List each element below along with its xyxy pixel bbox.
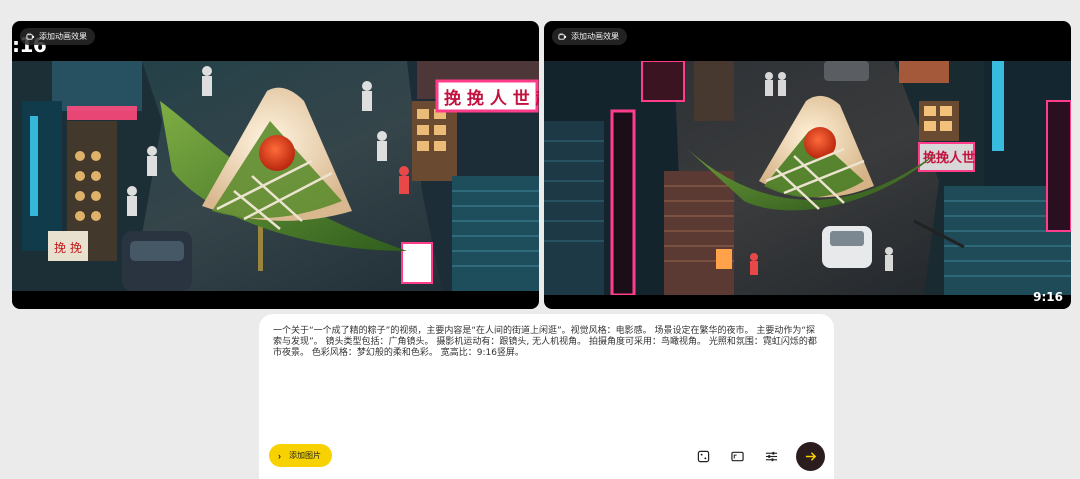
arrow-right-icon	[805, 452, 817, 461]
video-frame-1: 挽 挽 挽 挽 人 世 趣	[12, 61, 539, 291]
aspect-ratio-icon	[730, 451, 744, 461]
shop-sign-small: 挽 挽	[54, 241, 82, 255]
prompt-panel: 一个关于“一个成了精的粽子”的视频，主要内容是“在人间的街道上闲逛”。视觉风格：…	[259, 314, 834, 479]
animation-icon	[26, 32, 35, 40]
animation-icon	[558, 32, 567, 40]
aspect-ratio-button[interactable]	[729, 448, 745, 464]
add-image-label: 添加图片	[289, 451, 321, 460]
add-animation-label: 添加动画效果	[39, 32, 87, 41]
send-button[interactable]	[796, 442, 825, 471]
add-image-button[interactable]: › 添加图片	[269, 444, 332, 467]
dice-icon	[697, 450, 709, 462]
video-card-2[interactable]: 添加动画效果 挽挽人世 9:16	[544, 21, 1071, 309]
settings-button[interactable]	[763, 448, 779, 464]
video-duration: 9:16	[1033, 290, 1063, 304]
add-animation-badge[interactable]: 添加动画效果	[20, 28, 95, 45]
prompt-textarea[interactable]: 一个关于“一个成了精的粽子”的视频，主要内容是“在人间的街道上闲逛”。视觉风格：…	[273, 326, 821, 359]
add-animation-badge[interactable]: 添加动画效果	[552, 28, 627, 45]
dice-button[interactable]	[695, 448, 711, 464]
chevron-right-icon: ›	[278, 450, 281, 461]
video-card-1[interactable]: 添加动画效果 :16 挽 挽 挽 挽 人 世	[12, 21, 539, 309]
video-frame-2: 挽挽人世	[544, 61, 1071, 295]
sliders-icon	[765, 451, 777, 461]
shop-sign-neon: 挽 挽 人 世 趣	[444, 88, 539, 109]
add-animation-label: 添加动画效果	[571, 32, 619, 41]
